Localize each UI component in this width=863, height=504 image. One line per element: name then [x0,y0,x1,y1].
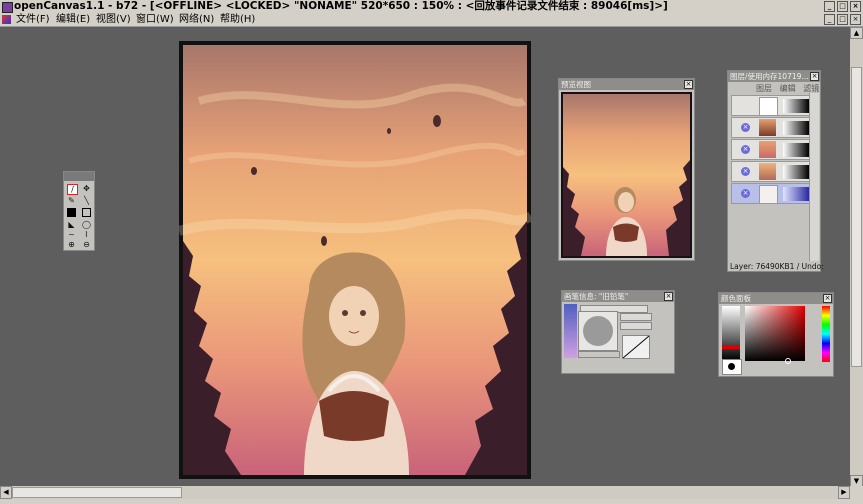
menu-help[interactable]: 帮助(H) [220,13,255,26]
layer-opacity-gradient [783,99,809,113]
pressure-curve-line [622,335,650,359]
horizontal-scrollbar[interactable]: ◀ ▶ [0,486,850,499]
layer-row-5-selected[interactable]: × [731,183,810,204]
rect-tool-icon[interactable] [82,208,91,217]
preview-close-button[interactable]: × [684,80,693,89]
menu-bar: 文件(F) 编辑(E) 视图(V) 窗口(W) 网络(N) 帮助(H) [0,13,863,27]
brush-option-1[interactable] [620,313,652,321]
layer-opacity-gradient [783,165,809,179]
tab-layers[interactable]: 图层 [756,84,772,93]
layer-close-button[interactable]: × [810,72,819,81]
scroll-left-arrow[interactable]: ◀ [0,486,12,499]
color-close-button[interactable]: × [823,294,832,303]
minimize-button[interactable]: _ [824,1,835,12]
visibility-icon[interactable]: × [741,167,750,176]
layer-panel-title[interactable]: 图层/使用内存10719... [728,71,820,82]
layer-scrollbar[interactable] [809,93,819,261]
tools-panel-titlebar[interactable] [64,172,94,181]
scroll-right-arrow[interactable]: ▶ [838,486,850,499]
zoom-in-icon[interactable]: ⊕ [67,240,76,249]
brush-preview-box [578,311,618,351]
tools-panel: / ✥ ✎ ╲ ◣ ◯ ~ ⌇ ⊕ ⊖ [63,171,95,251]
pen-tool-icon[interactable]: / [67,184,78,195]
layer-row-2[interactable]: × [731,117,810,138]
layer-row-1[interactable] [731,95,810,116]
foreground-color-dot [728,363,735,370]
brush-option-2[interactable] [620,322,652,330]
layer-thumbnail [759,185,778,204]
preview-thumbnail[interactable] [561,92,692,258]
preview-panel: 预览视图 × [558,78,695,261]
maximize-button[interactable]: □ [837,1,848,12]
close-button[interactable]: × [850,1,861,12]
menu-view[interactable]: 视图(V) [96,13,131,26]
bucket-tool-icon[interactable]: ◣ [67,220,76,229]
scroll-up-arrow[interactable]: ▲ [850,27,863,39]
layer-thumbnail [759,97,778,116]
menu-file[interactable]: 文件(F) [16,13,50,26]
app-icon[interactable] [2,2,13,13]
canvas-artwork [179,45,531,475]
status-strip [0,499,863,504]
zoom-out-icon[interactable]: ⊖ [82,240,91,249]
brush-panel-title[interactable]: 画笔信息: "旧铅笔" [562,291,674,302]
layer-thumbnail [759,119,776,136]
drawing-canvas[interactable] [179,41,531,479]
horizontal-scroll-thumb[interactable] [12,487,182,498]
picker-cursor [785,358,791,364]
line-tool-icon[interactable]: ╲ [82,196,91,205]
pressure-curve-box[interactable] [622,335,650,359]
layer-opacity-gradient [783,187,809,201]
vertical-scrollbar[interactable]: ▲ ▼ [850,27,863,487]
curve-tool-icon[interactable]: ~ [67,230,76,239]
tab-filter[interactable]: 滤镜 [803,84,819,93]
layer-opacity-gradient [783,121,809,135]
brush-tip-circle [583,316,613,346]
vertical-scroll-thumb[interactable] [851,67,862,367]
visibility-icon[interactable]: × [741,123,750,132]
saturation-value-picker[interactable] [745,306,805,364]
visibility-icon[interactable]: × [741,189,750,198]
window-title: openCanvas1.1 - b72 - [<OFFLINE> <LOCKED… [14,0,668,12]
brush-tool-icon[interactable]: ✎ [67,196,76,205]
layer-row-3[interactable]: × [731,139,810,160]
layer-row-4[interactable]: × [731,161,810,182]
doc-close-button[interactable]: × [850,14,861,25]
fill-tool-icon[interactable] [67,208,76,217]
title-bar: openCanvas1.1 - b72 - [<OFFLINE> <LOCKED… [0,0,863,13]
preview-panel-title[interactable]: 预览视图 [559,79,694,90]
layer-thumbnail [759,141,776,158]
layer-thumbnail [759,163,776,180]
color-panel-title[interactable]: 颜色面板 [719,293,833,304]
doc-minimize-button[interactable]: _ [824,14,835,25]
visibility-icon[interactable]: × [741,145,750,154]
doc-maximize-button[interactable]: □ [837,14,848,25]
document-icon[interactable] [2,15,11,24]
brush-density-slider[interactable] [578,351,620,358]
menu-network[interactable]: 网络(N) [179,13,214,26]
menu-edit[interactable]: 编辑(E) [56,13,90,26]
menu-window[interactable]: 窗口(W) [136,13,174,26]
color-panel: 颜色面板 × [718,292,834,377]
layer-opacity-gradient [783,143,809,157]
value-strip[interactable] [722,306,740,360]
layer-panel: 图层/使用内存10719... × 图层 编辑 滤镜 × × × × Layer… [727,70,824,272]
brush-panel: 画笔信息: "旧铅笔" × [561,290,675,374]
color-swatch[interactable] [722,359,742,375]
brush-preset-strip[interactable] [564,304,577,358]
move-tool-icon[interactable]: ✥ [82,184,91,193]
hue-slider[interactable] [822,306,830,362]
tab-edit[interactable]: 编辑 [780,84,796,93]
brush-close-button[interactable]: × [664,292,673,301]
current-color-marker [722,345,740,349]
eraser-tool-icon[interactable]: ⌇ [82,230,91,239]
lasso-tool-icon[interactable]: ◯ [82,220,91,229]
layer-status: Layer: 76490KB1 / Undo: [730,262,824,271]
